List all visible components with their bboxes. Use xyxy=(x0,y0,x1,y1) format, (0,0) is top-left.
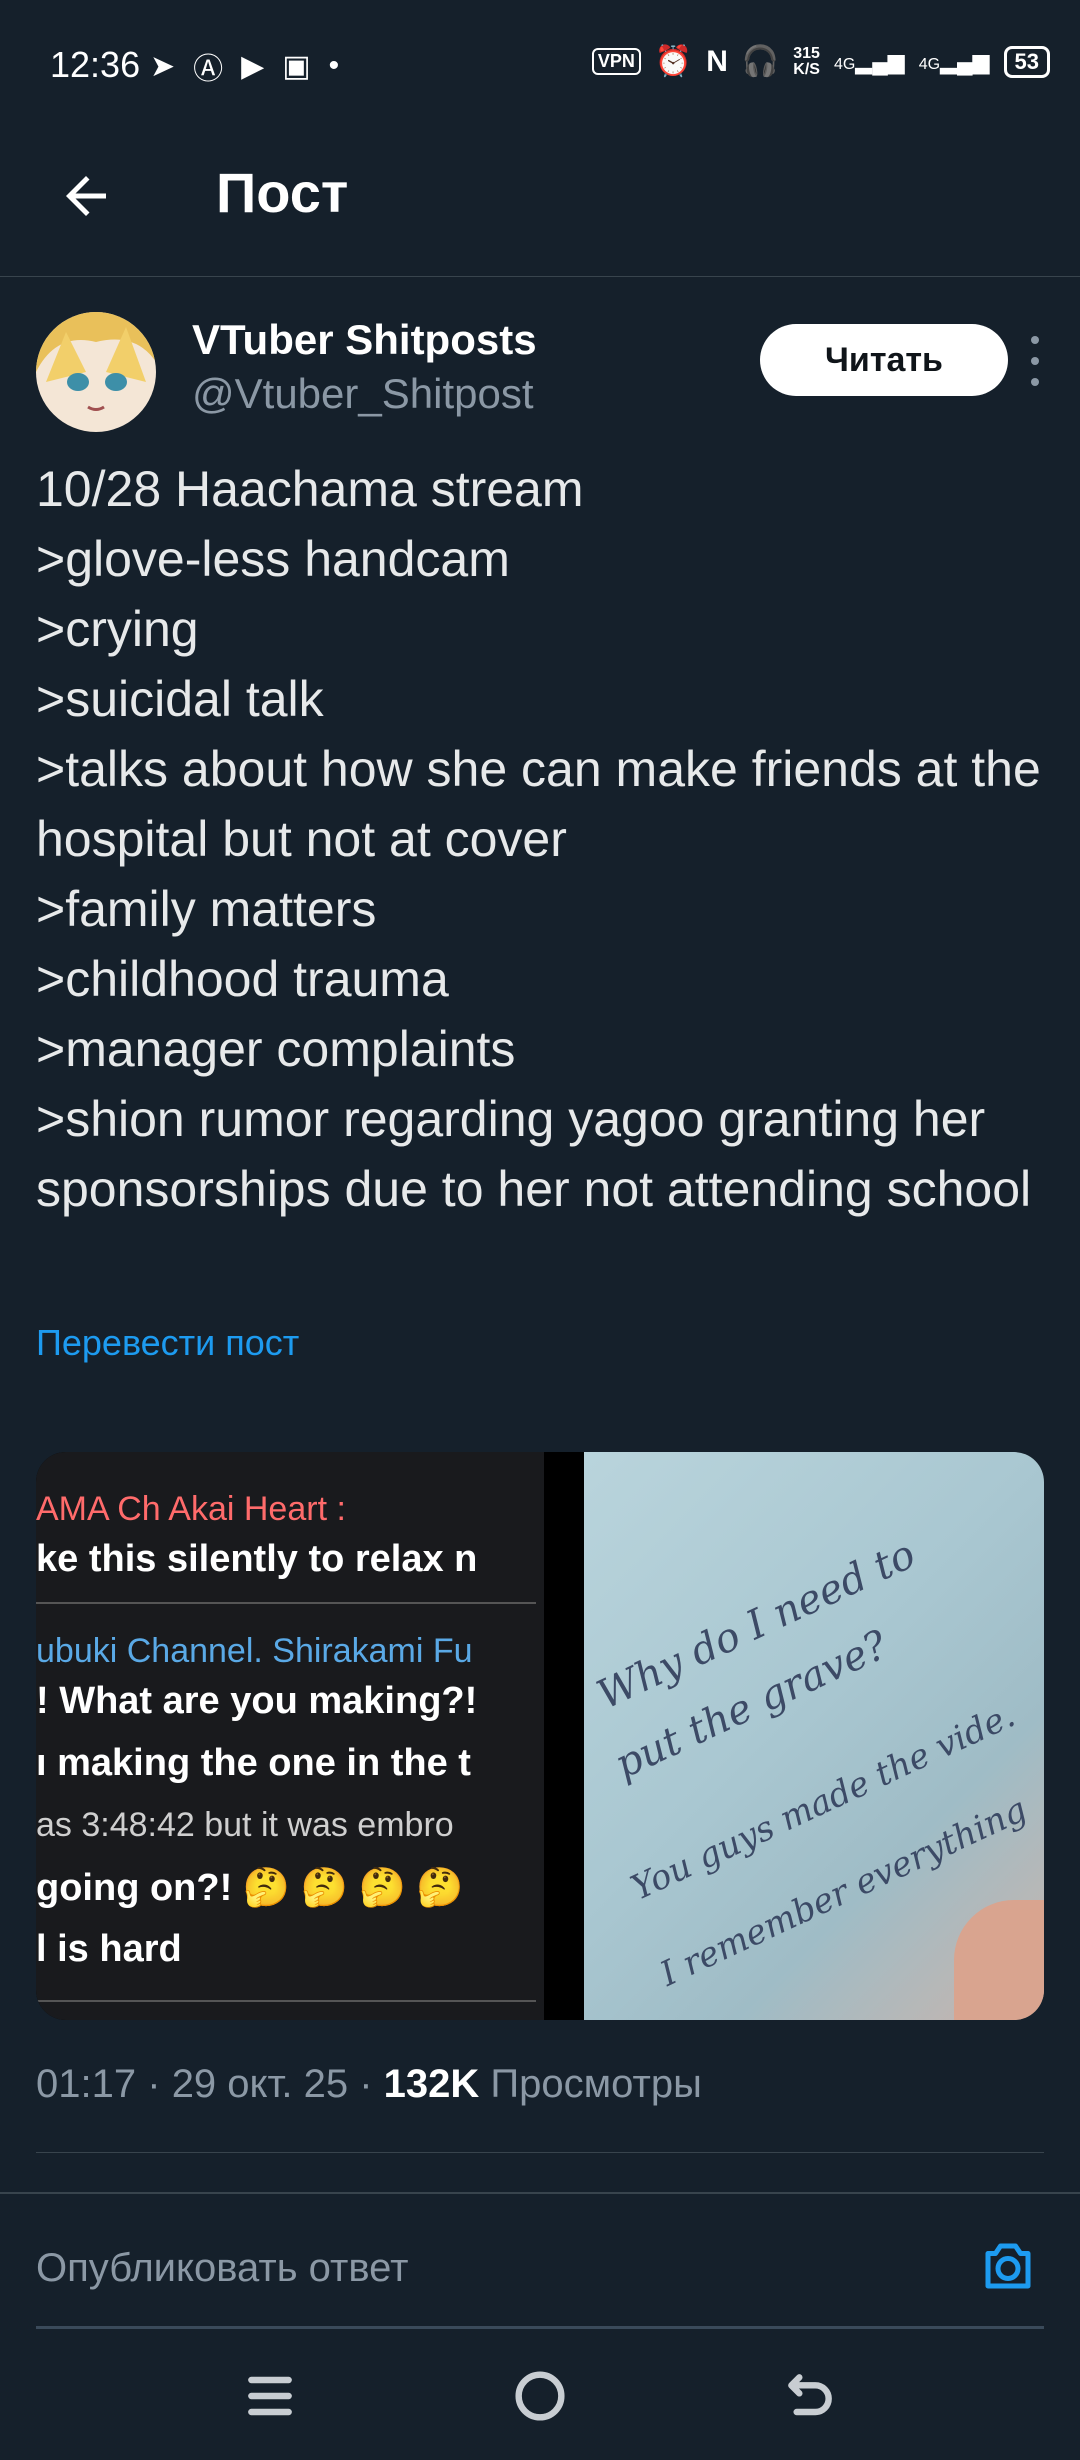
follow-button[interactable]: Читать xyxy=(760,324,1008,396)
author-name[interactable]: VTuber Shitposts xyxy=(192,316,537,364)
youtube-icon: ▶ xyxy=(241,49,265,83)
speed-indicator: 315 K/S xyxy=(793,44,820,78)
chat-line: ubuki Channel. Shirakami Fu xyxy=(36,1632,473,1670)
dot-icon: • xyxy=(328,49,340,82)
tweet-date: 29 окт. 25 xyxy=(171,2062,349,2106)
anarchy-icon: Ⓐ xyxy=(193,53,224,86)
home-icon[interactable] xyxy=(508,2364,572,2428)
system-icons: VPN ⏰ N 🎧 315 K/S 4G▂▄▆ 4G▂▄▆ 53 xyxy=(591,44,1050,79)
divider xyxy=(36,2000,536,2002)
back-icon[interactable] xyxy=(778,2364,842,2428)
avatar[interactable] xyxy=(36,312,156,432)
tweet-meta: 01:17 · 29 окт. 25 · 132K Просмотры xyxy=(36,2062,702,2106)
nfc-icon: N xyxy=(706,44,728,78)
author-handle[interactable]: @Vtuber_Shitpost xyxy=(192,370,534,418)
status-bar: 12:36 ➤ Ⓐ ▶ ▣ • VPN ⏰ N 🎧 315 K/S 4G▂▄▆ 4… xyxy=(0,0,1080,130)
back-arrow-icon[interactable] xyxy=(56,166,116,226)
battery-icon: 53 xyxy=(1003,45,1050,78)
translate-link[interactable]: Перевести пост xyxy=(36,1322,299,1364)
chat-line: AMA Ch Akai Heart : xyxy=(36,1490,346,1528)
finger xyxy=(954,1900,1044,2020)
page-title: Пост xyxy=(216,161,349,224)
more-options-icon[interactable] xyxy=(1020,336,1050,386)
recents-icon[interactable] xyxy=(238,2364,302,2428)
media-image-note[interactable]: Why do I need to put the grave? You guys… xyxy=(584,1452,1044,2020)
chat-line: as 3:48:42 but it was embro xyxy=(36,1806,454,1844)
vpn-icon: VPN xyxy=(591,48,641,75)
tweet-media[interactable]: AMA Ch Akai Heart : ke this silently to … xyxy=(36,1452,1044,2020)
divider xyxy=(36,2326,1044,2329)
chat-line: l is hard xyxy=(36,1928,182,1970)
chat-line: ! What are you making?! xyxy=(36,1680,478,1722)
chat-line: ı making the one in the t xyxy=(36,1742,471,1784)
system-nav-bar xyxy=(0,2330,1080,2460)
divider xyxy=(36,1602,536,1604)
chat-line: ke this silently to relax n xyxy=(36,1538,478,1580)
app-icon: ▣ xyxy=(282,49,311,83)
divider xyxy=(36,2152,1044,2153)
top-app-bar: Пост xyxy=(0,130,1080,277)
tweet-time: 01:17 xyxy=(36,2062,137,2106)
camera-icon[interactable] xyxy=(978,2236,1038,2296)
views-label: Просмотры xyxy=(490,2062,702,2106)
media-image-chat[interactable]: AMA Ch Akai Heart : ke this silently to … xyxy=(36,1452,544,2020)
tweet-text: 10/28 Haachama stream >glove-less handca… xyxy=(36,461,1041,1217)
signal-icon-2: 4G▂▄▆ xyxy=(918,48,990,74)
divider xyxy=(0,2192,1080,2194)
chat-line: going on?! 🤔 🤔 🤔 🤔 xyxy=(36,1867,464,1909)
reply-input[interactable]: Опубликовать ответ xyxy=(36,2246,408,2291)
notification-icons: ➤ Ⓐ ▶ ▣ • xyxy=(150,44,339,88)
alarm-icon: ⏰ xyxy=(654,45,693,78)
author-row: VTuber Shitposts @Vtuber_Shitpost Читать xyxy=(36,310,1046,432)
signal-icon-1: 4G▂▄▆ xyxy=(833,48,905,74)
views-count: 132K xyxy=(383,2062,480,2106)
status-time: 12:36 xyxy=(50,44,141,85)
headphones-icon: 🎧 xyxy=(741,45,780,78)
telegram-icon: ➤ xyxy=(150,49,176,83)
